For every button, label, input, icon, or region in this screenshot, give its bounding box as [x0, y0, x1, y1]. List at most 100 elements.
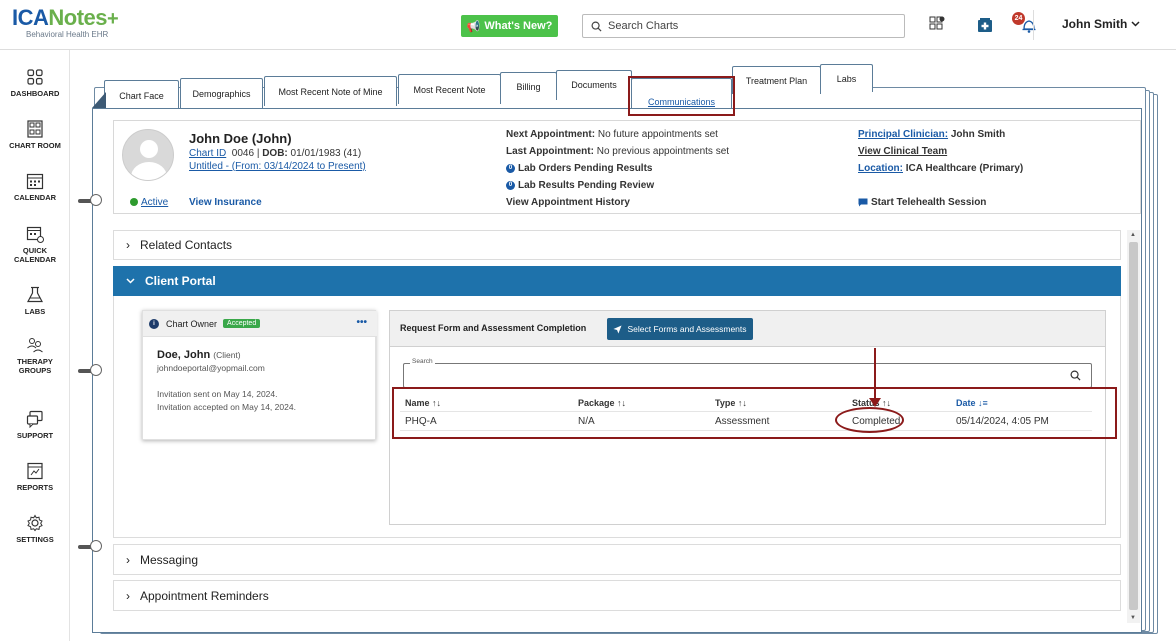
section-related-contacts[interactable]: › Related Contacts — [113, 230, 1121, 260]
lab-results-count: 0 — [506, 180, 515, 190]
invitation-sent: Invitation sent on May 14, 2024. — [157, 389, 278, 399]
form-request-header: Request Form and Assessment Completion S… — [390, 311, 1105, 347]
tab-documents[interactable]: Documents — [556, 70, 632, 98]
lab-orders-count: 0 — [506, 163, 515, 173]
sidebar-label-quick-calendar: CALENDAR — [13, 255, 57, 264]
sidebar-item-support[interactable]: SUPPORT — [0, 410, 70, 440]
reports-icon — [27, 462, 43, 480]
tab-labs-label: Labs — [836, 73, 857, 84]
tab-most-recent-note[interactable]: Most Recent Note — [398, 74, 501, 104]
chevron-down-icon — [1131, 21, 1140, 27]
tab-most-recent-note-mine-label: Most Recent Note of Mine — [278, 86, 383, 97]
chevron-down-icon — [126, 278, 135, 284]
tab-documents-label: Documents — [571, 79, 617, 90]
view-appointment-history-link[interactable]: View Appointment History — [506, 197, 630, 208]
chart-id-link[interactable]: Chart ID — [189, 148, 226, 159]
labs-icon — [27, 286, 43, 303]
chart-owner-header: i Chart Owner Accepted ••• — [143, 311, 377, 337]
pharmacy-icon[interactable] — [974, 14, 996, 36]
search-charts-input[interactable]: Search Charts — [582, 14, 905, 38]
highlight-table-box — [392, 387, 1117, 439]
tab-billing[interactable]: Billing — [500, 72, 557, 100]
forms-search-legend: Search — [410, 358, 435, 365]
tab-most-recent-note-mine[interactable]: Most Recent Note of Mine — [264, 76, 397, 106]
tab-labs[interactable]: Labs — [820, 64, 873, 92]
section-messaging-label: Messaging — [140, 552, 199, 567]
view-clinical-team-link[interactable]: View Clinical Team — [858, 146, 947, 157]
forms-search-input[interactable]: Search — [403, 358, 1092, 388]
more-options-icon[interactable]: ••• — [356, 317, 367, 328]
episode-link[interactable]: Untitled - (From: 03/14/2024 to Present) — [189, 161, 366, 172]
scroll-down-icon[interactable]: ▼ — [1130, 615, 1136, 621]
binder-corner — [92, 92, 106, 108]
section-messaging[interactable]: › Messaging — [113, 544, 1121, 575]
lab-results-link[interactable]: 0 Lab Results Pending Review — [506, 180, 654, 191]
highlight-status-oval — [835, 407, 904, 433]
sidebar-item-calendar[interactable]: CALENDAR — [0, 172, 70, 202]
tab-billing-label: Billing — [516, 81, 541, 92]
view-insurance-link[interactable]: View Insurance — [189, 197, 262, 208]
scroll-up-icon[interactable]: ▲ — [1130, 232, 1136, 238]
section-client-portal-label: Client Portal — [145, 274, 216, 288]
scrollbar-thumb[interactable] — [1129, 242, 1138, 610]
tab-treatment-plan[interactable]: Treatment Plan — [732, 66, 821, 94]
sidebar-item-settings[interactable]: SETTINGS — [0, 514, 70, 544]
logo-plus: + — [107, 8, 119, 30]
whats-new-button[interactable]: 📢 What's New? — [461, 15, 558, 37]
search-icon — [591, 21, 602, 32]
location-value: ICA Healthcare (Primary) — [905, 163, 1024, 174]
sidebar-item-therapy-groups[interactable]: THERAPY GROUPS — [0, 336, 70, 375]
accepted-badge: Accepted — [223, 319, 261, 328]
tab-chart-face[interactable]: Chart Face — [104, 80, 179, 110]
owner-role: (Client) — [213, 350, 241, 360]
sidebar-label-groups: GROUPS — [18, 366, 52, 375]
bell-icon[interactable] — [1018, 14, 1040, 36]
scrollbar[interactable]: ▲ ▼ — [1127, 230, 1140, 623]
tab-treatment-plan-label: Treatment Plan — [745, 75, 808, 86]
user-menu[interactable]: John Smith — [1062, 17, 1140, 31]
sidebar-item-chart-room[interactable]: CHART ROOM — [0, 120, 70, 150]
tab-chart-face-label: Chart Face — [119, 90, 164, 101]
send-icon — [613, 324, 623, 334]
owner-email: johndoeportal@yopmail.com — [157, 363, 265, 373]
sidebar-label-reports: REPORTS — [16, 483, 54, 492]
sidebar-label-dashboard: DASHBOARD — [10, 89, 60, 98]
binder-ring-3 — [78, 540, 102, 554]
principal-clinician-label[interactable]: Principal Clinician: — [858, 129, 948, 140]
sidebar-label-therapy: THERAPY — [17, 357, 53, 366]
whats-new-label: What's New? — [484, 20, 553, 32]
chart-owner-card: i Chart Owner Accepted ••• Doe, John (Cl… — [142, 310, 377, 440]
tab-demographics[interactable]: Demographics — [180, 78, 263, 108]
sidebar-item-quick-calendar[interactable]: QUICK CALENDAR — [0, 225, 70, 264]
start-telehealth-button[interactable]: Start Telehealth Session — [858, 197, 986, 208]
sidebar-item-labs[interactable]: LABS — [0, 286, 70, 316]
highlight-tab-box — [628, 76, 735, 116]
search-placeholder: Search Charts — [608, 20, 679, 32]
sidebar-label-chart-room: CHART ROOM — [9, 141, 61, 150]
calendar-icon — [26, 173, 44, 190]
section-client-portal[interactable]: Client Portal — [113, 266, 1121, 296]
chat-icon — [858, 198, 868, 207]
logo-subtitle: Behavioral Health EHR — [26, 30, 109, 39]
status-active[interactable]: Active — [130, 197, 168, 208]
sidebar-label-support: SUPPORT — [16, 431, 54, 440]
chevron-right-icon: › — [126, 588, 130, 603]
sidebar-item-dashboard[interactable]: DASHBOARD — [0, 68, 70, 98]
patient-name: John Doe (John) — [189, 131, 292, 146]
info-icon[interactable]: i — [149, 318, 159, 329]
tasks-icon[interactable] — [926, 14, 948, 36]
sidebar-item-reports[interactable]: REPORTS — [0, 462, 70, 492]
active-status-dot — [130, 198, 138, 207]
chevron-right-icon: › — [126, 552, 130, 567]
select-forms-button[interactable]: Select Forms and Assessments — [607, 318, 753, 340]
next-appointment-value: No future appointments set — [597, 129, 718, 140]
location-label[interactable]: Location: — [858, 163, 903, 174]
sidebar-label-settings: SETTINGS — [16, 535, 54, 544]
tab-demographics-label: Demographics — [192, 88, 251, 99]
app-root: ICANotes+ Behavioral Health EHR 📢 What's… — [0, 0, 1176, 641]
logo-text-notes: Notes — [48, 5, 108, 30]
therapy-groups-icon — [27, 338, 43, 353]
lab-orders-link[interactable]: 0 Lab Orders Pending Results — [506, 163, 652, 174]
logo[interactable]: ICANotes+ Behavioral Health EHR — [12, 5, 119, 40]
section-appointment-reminders[interactable]: › Appointment Reminders — [113, 580, 1121, 611]
